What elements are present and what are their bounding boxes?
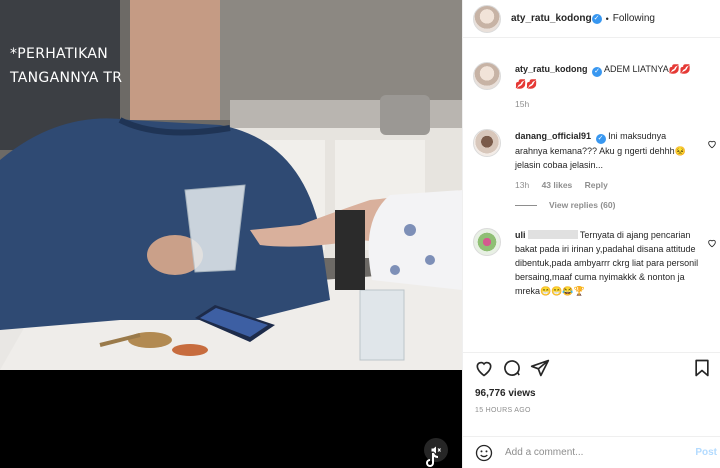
comment-item: danang_official91 ✓ Ini maksudnya arahny…	[463, 129, 720, 210]
reply-button[interactable]: Reply	[585, 180, 608, 190]
comment-button[interactable]	[501, 357, 523, 379]
video-player[interactable]: *PERHATIKAN TANGANNYA TR	[0, 0, 462, 468]
post-panel: aty_ratu_kodong ✓ • Following aty_ratu_k…	[462, 0, 720, 468]
bookmark-icon	[695, 359, 709, 376]
caption-time[interactable]: 15h	[515, 99, 529, 109]
view-replies-button[interactable]: View replies (60)	[515, 200, 699, 210]
post-timestamp[interactable]: 15 HOURS AGO	[475, 407, 531, 414]
caption-meta: 15h	[515, 99, 699, 109]
commenter-username[interactable]: uli	[515, 230, 526, 240]
replies-divider	[515, 204, 537, 206]
comment-item: uli Ternyata di ajang pencarian bakat pa…	[463, 228, 720, 298]
comment-meta: 13h 43 likes Reply	[515, 180, 699, 190]
video-overlay-text: *PERHATIKAN TANGANNYA TR	[10, 46, 123, 86]
like-button[interactable]	[473, 357, 495, 379]
comment-body: danang_official91 ✓ Ini maksudnya arahny…	[515, 129, 699, 172]
commenter-avatar[interactable]	[473, 228, 501, 256]
share-button[interactable]	[529, 357, 551, 379]
smiley-icon	[475, 444, 493, 461]
view-count[interactable]: 96,776 views	[475, 388, 536, 399]
comment-icon	[504, 359, 520, 376]
header-separator: •	[605, 13, 609, 24]
comment-input[interactable]	[505, 447, 696, 458]
verified-badge-icon: ✓	[591, 13, 602, 24]
emoji-button[interactable]	[473, 442, 495, 464]
caption-username[interactable]: aty_ratu_kodong	[515, 64, 588, 74]
comment-like-heart-icon[interactable]	[707, 238, 717, 248]
commenter-username[interactable]: danang_official91	[515, 131, 591, 141]
author-avatar[interactable]	[473, 4, 501, 33]
post-comment-button[interactable]: Post	[695, 447, 717, 458]
tiktok-logo-icon	[426, 452, 439, 467]
save-button[interactable]	[691, 357, 713, 379]
caption-avatar[interactable]	[473, 62, 501, 90]
comments-list[interactable]: aty_ratu_kodong ✓ ADEM LIATNYA💋💋💋💋 15h d…	[463, 54, 720, 348]
heart-icon	[476, 361, 492, 377]
comment-text: Ternyata di ajang pencarian bakat pada i…	[515, 230, 699, 296]
verified-badge-icon: ✓	[592, 67, 603, 77]
redacted-username-block	[527, 230, 578, 239]
caption-comment: aty_ratu_kodong ✓ ADEM LIATNYA💋💋💋💋 15h	[463, 62, 720, 109]
comment-like-heart-icon[interactable]	[707, 139, 717, 149]
post-header: aty_ratu_kodong ✓ • Following	[463, 0, 720, 38]
add-comment-bar: Post	[463, 436, 720, 468]
view-replies-label: View replies (60)	[549, 200, 616, 210]
comment-body: uli Ternyata di ajang pencarian bakat pa…	[515, 228, 699, 298]
post-actions-bar	[463, 352, 720, 382]
paper-plane-icon	[530, 359, 550, 376]
comment-time[interactable]: 13h	[515, 180, 529, 190]
verified-badge-icon: ✓	[595, 134, 606, 144]
caption-body: aty_ratu_kodong ✓ ADEM LIATNYA💋💋💋💋	[515, 62, 699, 91]
following-button[interactable]: Following	[613, 13, 655, 24]
commenter-avatar[interactable]	[473, 129, 501, 157]
comment-likes[interactable]: 43 likes	[542, 180, 573, 190]
author-username[interactable]: aty_ratu_kodong	[511, 13, 592, 24]
